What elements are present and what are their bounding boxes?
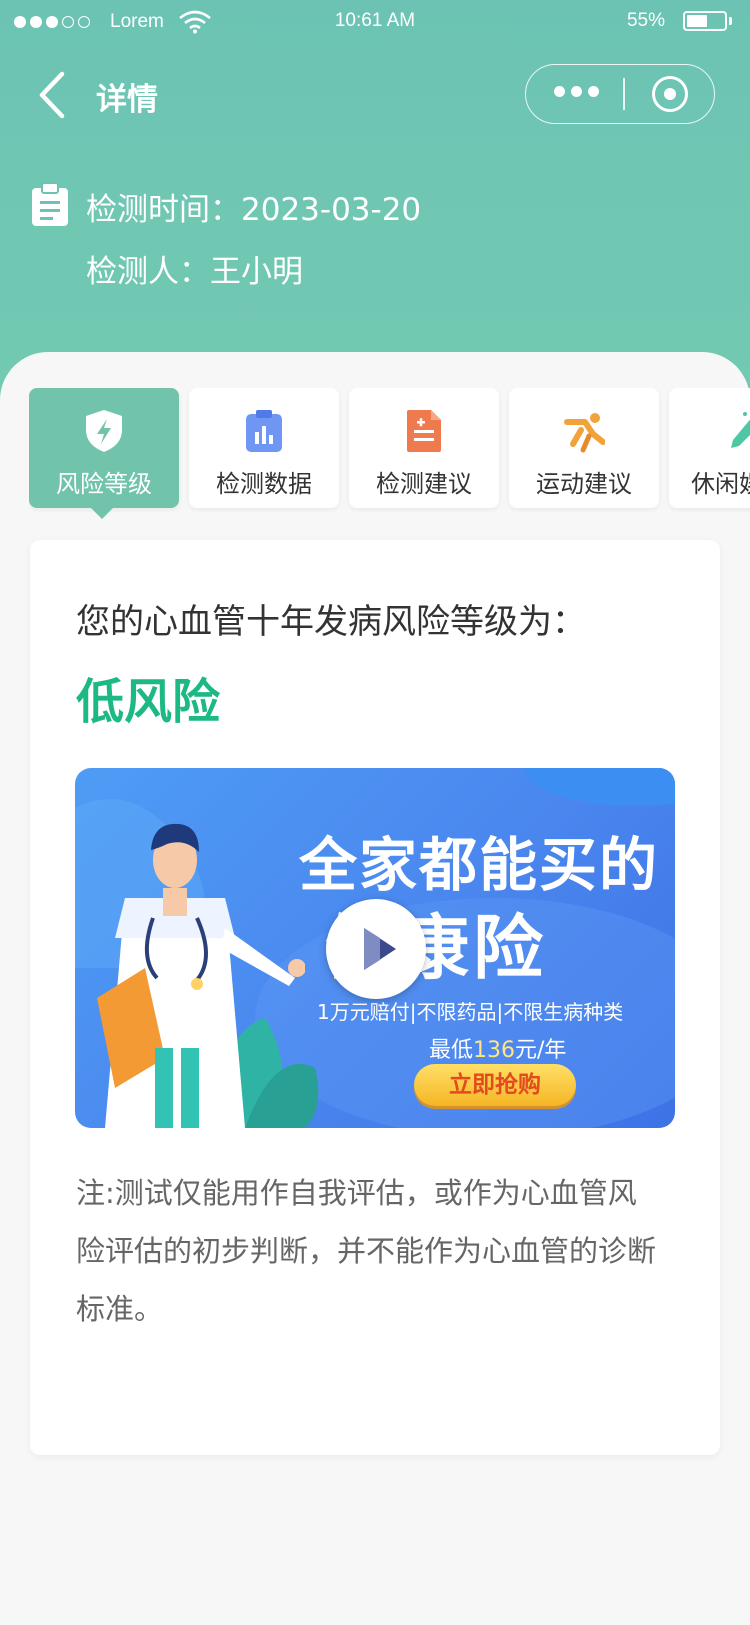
banner-subtitle: 1万元赔付|不限药品|不限生病种类 (317, 1000, 624, 1024)
tab-label: 运动建议 (536, 470, 632, 498)
disclaimer-note: 注:测试仅能用作自我评估，或作为心血管风险评估的初步判断，并不能作为心血管的诊断… (76, 1176, 657, 1326)
target-circle-icon[interactable] (652, 76, 688, 112)
buy-now-button[interactable]: 立即抢购 (414, 1064, 576, 1106)
banner-title-line1: 全家都能买的 (299, 831, 660, 899)
battery-percent: 55% (626, 10, 665, 31)
doctor-illustration (97, 823, 305, 1128)
price-suffix: 元/年 (515, 1038, 567, 1063)
tab-detection-advice[interactable]: 检测建议 (349, 388, 499, 508)
pen-sparkle-icon (731, 412, 750, 448)
page-title: 详情 (96, 82, 158, 118)
tab-detection-data[interactable]: 检测数据 (189, 388, 339, 508)
status-bar: Lorem 10:61 AM 55% (0, 0, 750, 44)
runner-icon (564, 413, 605, 453)
insurance-video-banner[interactable]: 全家都能买的 健康险 1万元赔付|不限药品|不限生病种类 最低136元/年 立即… (75, 768, 675, 1128)
price-prefix: 最低 (429, 1038, 474, 1063)
tab-label: 休闲娱 (691, 470, 750, 498)
tab-label: 风险等级 (56, 470, 152, 498)
shield-bolt-icon (86, 410, 122, 452)
active-tab-pointer (91, 508, 113, 519)
detection-person: 检测人：王小明 (86, 254, 303, 290)
category-tabs: 风险等级 检测数据 检测建议 运动建议 休闲 (29, 388, 750, 512)
tab-label: 检测数据 (216, 470, 312, 498)
chevron-left-icon[interactable] (36, 70, 72, 120)
result-card: 您的心血管十年发病风险等级为： 低风险 全家都能买的 健康险 1万元赔付|不限药… (30, 540, 720, 1455)
play-button[interactable] (326, 899, 426, 999)
price-value: 136 (473, 1038, 516, 1063)
detection-time: 检测时间：2023-03-20 (86, 192, 422, 228)
capsule-divider (623, 78, 625, 110)
risk-level: 低风险 (76, 674, 221, 730)
clipboard-icon (32, 182, 68, 226)
banner-price: 最低136元/年 (429, 1032, 566, 1064)
battery-icon (683, 11, 727, 31)
tab-label: 检测建议 (376, 470, 472, 498)
play-icon (364, 928, 396, 970)
tab-exercise-advice[interactable]: 运动建议 (509, 388, 659, 508)
more-dots-icon[interactable] (554, 86, 605, 97)
document-plus-icon (407, 410, 441, 452)
tab-leisure[interactable]: 休闲娱 (669, 388, 750, 508)
tab-risk-level[interactable]: 风险等级 (29, 388, 179, 508)
mini-program-capsule (525, 64, 715, 124)
clipboard-chart-icon (246, 410, 282, 452)
result-heading: 您的心血管十年发病风险等级为： (76, 602, 586, 642)
